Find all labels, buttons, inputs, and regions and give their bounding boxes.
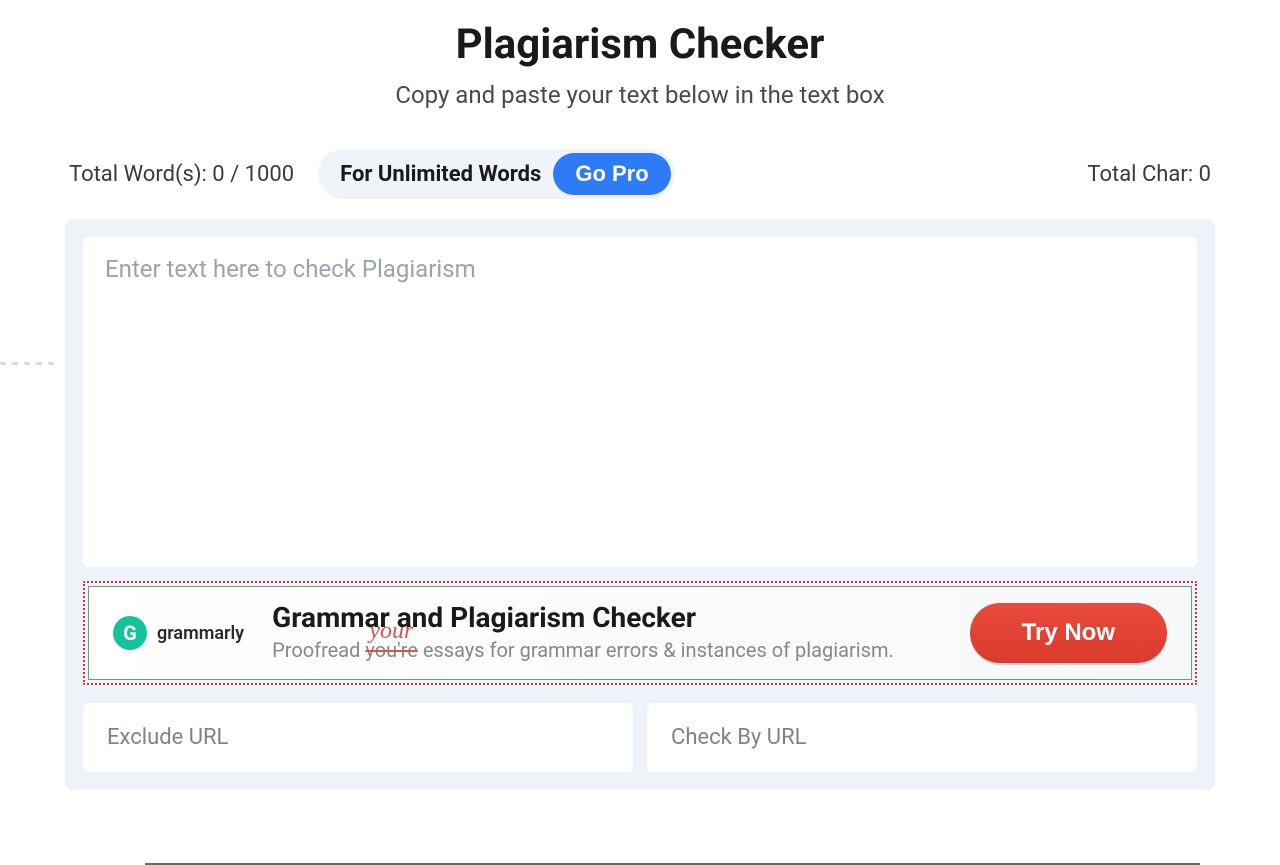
go-pro-button[interactable]: Go Pro xyxy=(553,153,670,195)
decorative-dots xyxy=(0,362,54,365)
ad-brand-name: grammarly xyxy=(157,623,244,644)
ad-desc-after: essays for grammar errors & instances of… xyxy=(418,638,894,662)
char-count-label: Total Char: 0 xyxy=(1087,162,1211,187)
check-by-url-input[interactable] xyxy=(647,703,1197,772)
grammarly-ad[interactable]: G grammarly Grammar and Plagiarism Check… xyxy=(88,586,1192,680)
pro-upsell-pill: For Unlimited Words Go Pro xyxy=(318,149,675,199)
ad-desc-before: Proofread xyxy=(272,638,365,662)
url-inputs-row xyxy=(83,703,1197,772)
grammarly-icon: G xyxy=(113,616,147,650)
ad-container: G grammarly Grammar and Plagiarism Check… xyxy=(83,581,1197,685)
stats-row: Total Word(s): 0 / 1000 For Unlimited Wo… xyxy=(65,149,1215,199)
plagiarism-textarea[interactable] xyxy=(83,237,1197,567)
word-count-label: Total Word(s): 0 / 1000 xyxy=(69,162,294,187)
try-now-button[interactable]: Try Now xyxy=(970,603,1167,663)
ad-correction-text: your xyxy=(369,614,413,649)
ad-brand-logo: G grammarly xyxy=(113,616,244,650)
unlimited-words-label: For Unlimited Words xyxy=(340,162,541,187)
header: Plagiarism Checker Copy and paste your t… xyxy=(65,20,1215,109)
exclude-url-input[interactable] xyxy=(83,703,633,772)
ad-copy: Grammar and Plagiarism Checker Proofread… xyxy=(272,601,942,665)
editor-panel: G grammarly Grammar and Plagiarism Check… xyxy=(65,219,1215,790)
page-subtitle: Copy and paste your text below in the te… xyxy=(65,81,1215,109)
page-title: Plagiarism Checker xyxy=(65,20,1215,69)
ad-description: Proofread youryou're essays for grammar … xyxy=(272,636,942,665)
